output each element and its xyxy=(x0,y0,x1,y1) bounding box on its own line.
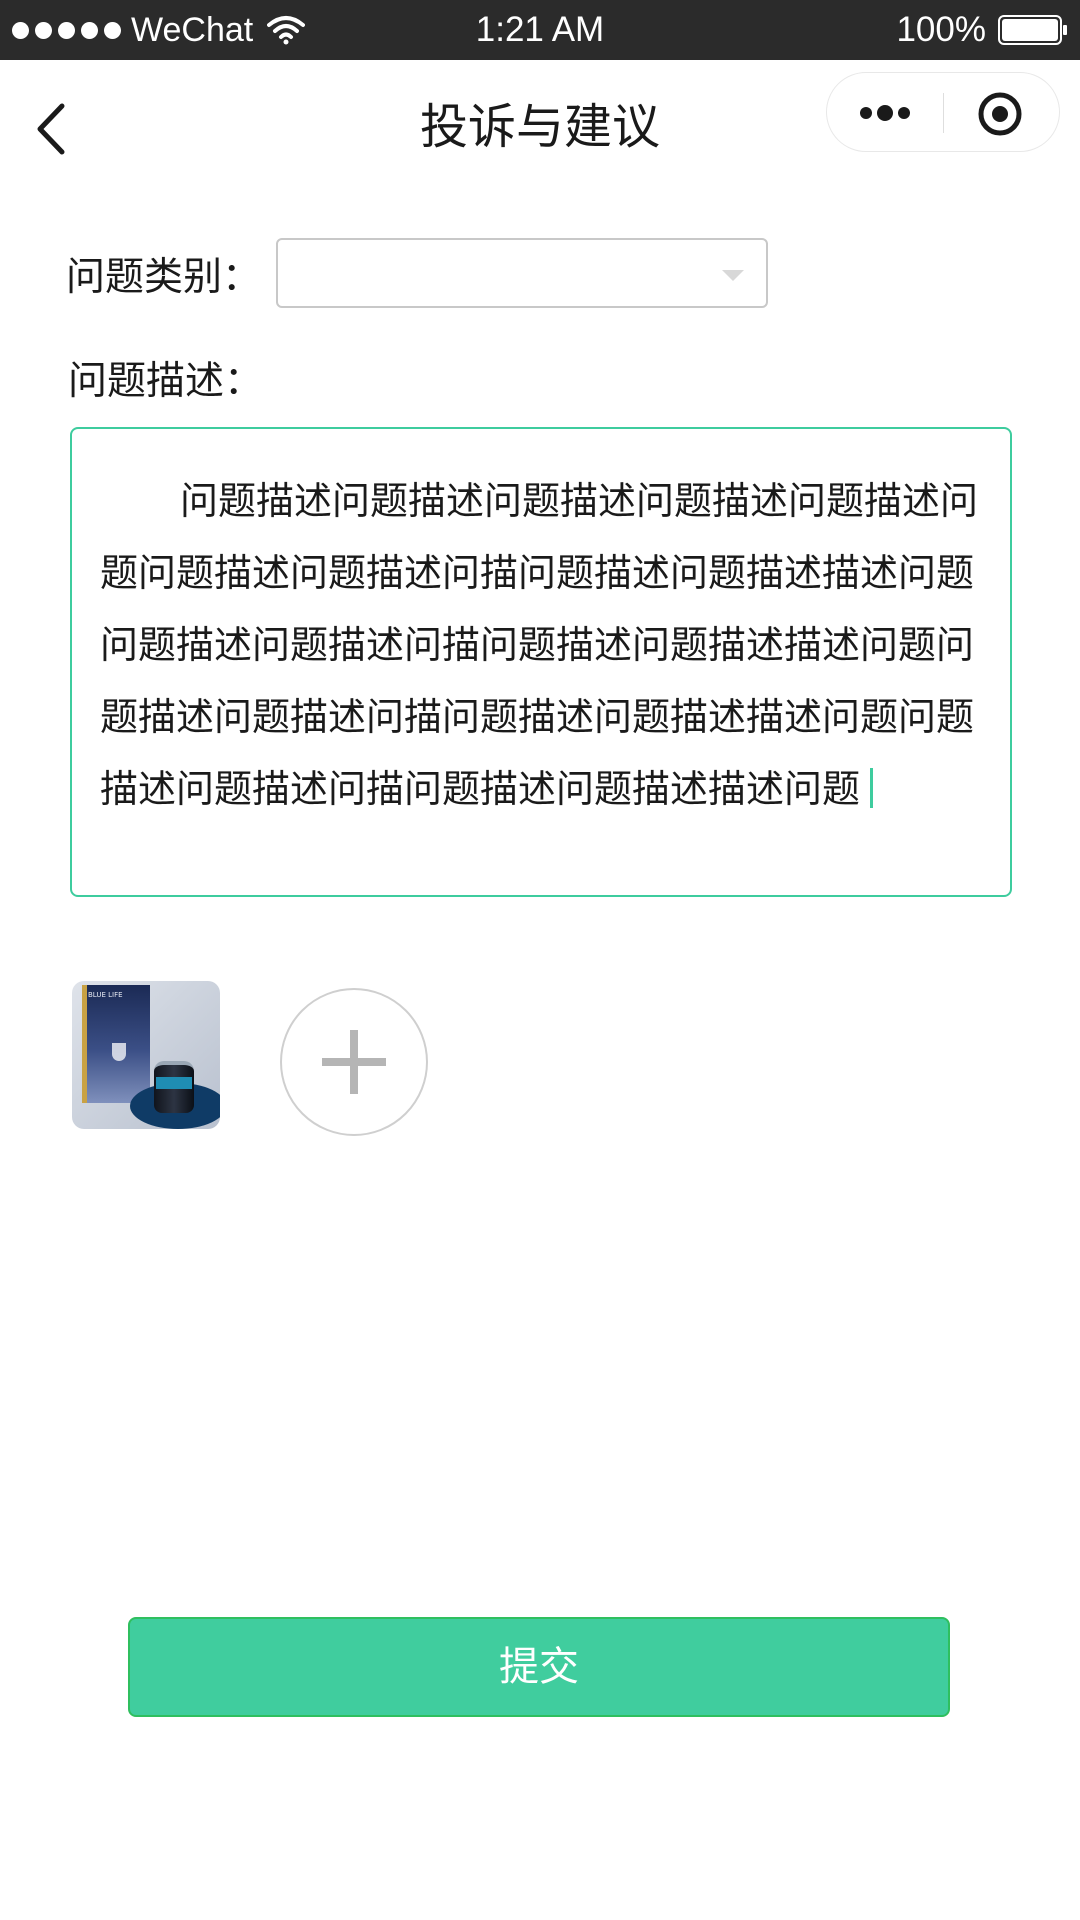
capsule-divider xyxy=(943,93,944,133)
plus-icon xyxy=(322,1030,386,1094)
complaint-suggestion-page: WeChat 1:21 AM 100% 投诉与建议 问题类别： 问题描述： 问题… xyxy=(0,0,1080,1920)
category-label: 问题类别： xyxy=(66,255,262,300)
status-bar: WeChat 1:21 AM 100% xyxy=(0,0,1080,60)
more-icon[interactable] xyxy=(857,95,913,131)
mini-program-capsule xyxy=(826,72,1060,152)
chevron-down-icon xyxy=(722,270,744,281)
uploaded-image-thumbnail[interactable]: BLUE LIFE xyxy=(72,981,220,1129)
battery-icon xyxy=(998,15,1067,45)
submit-button[interactable]: 提交 xyxy=(128,1617,950,1717)
thumbnail-caption: BLUE LIFE xyxy=(88,991,123,999)
description-value: 问题描述问题描述问题描述问题描述问题描述问题问题描述问题描述问描问题描述问题描述… xyxy=(100,479,979,811)
description-text: 问题描述问题描述问题描述问题描述问题描述问题问题描述问题描述问描问题描述问题描述… xyxy=(100,465,984,825)
back-icon[interactable] xyxy=(32,98,72,160)
description-textarea[interactable]: 问题描述问题描述问题描述问题描述问题描述问题问题描述问题描述问描问题描述问题描述… xyxy=(70,427,1012,897)
category-select[interactable] xyxy=(276,238,768,308)
text-cursor xyxy=(870,768,874,808)
battery-percent: 100% xyxy=(896,10,986,49)
thumbnail-can-label xyxy=(156,1077,192,1089)
target-icon[interactable] xyxy=(977,91,1023,137)
add-image-button[interactable] xyxy=(280,988,428,1136)
description-label: 问题描述： xyxy=(68,359,264,404)
status-right: 100% xyxy=(896,0,1068,60)
thumbnail-glass xyxy=(112,1043,126,1061)
